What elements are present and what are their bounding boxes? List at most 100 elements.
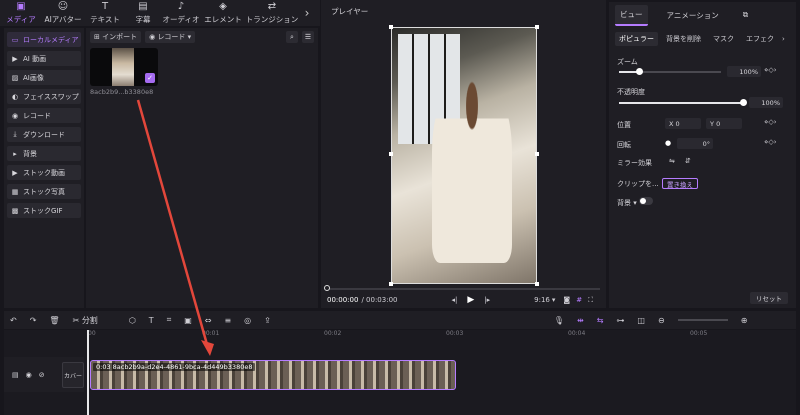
sidebar-item-record[interactable]: ◉ レコード: [7, 108, 81, 123]
link-icon[interactable]: ⇹: [577, 316, 584, 325]
sidebar-item-ai-image[interactable]: ▨ AI画像: [7, 70, 81, 85]
export-icon[interactable]: ⇪: [264, 316, 271, 325]
sidebar-item-stock-photo[interactable]: ▦ ストック写真: [7, 184, 81, 199]
magnet-icon[interactable]: ⇆: [597, 316, 604, 325]
play-icon[interactable]: ▶: [467, 295, 474, 305]
video-preview[interactable]: [389, 25, 539, 286]
media-thumbnail[interactable]: ✓: [90, 48, 158, 86]
playback-scrubber[interactable]: [324, 285, 330, 291]
sidebar-item-download[interactable]: ⤓ ダウンロード: [7, 127, 81, 142]
step-back-icon[interactable]: ◂|: [451, 296, 457, 304]
marker-icon[interactable]: ⊶: [616, 316, 624, 325]
preview-person: [432, 78, 512, 263]
tab-caption[interactable]: ▤ 字幕: [126, 0, 160, 26]
stock-gif-icon: ▩: [11, 206, 19, 215]
record-button[interactable]: ◉ レコード ▾: [145, 31, 196, 43]
keyframe-diamond-icon[interactable]: ⋄◇›: [764, 118, 777, 126]
timeline: 00 00:01 00:02 00:03 00:04 00:05 ▤ ◉ ⊘ カ…: [4, 330, 796, 415]
undo-icon[interactable]: ↶: [10, 316, 17, 325]
zoom-value[interactable]: 100%: [727, 66, 761, 77]
speed-icon[interactable]: ⇔: [205, 316, 212, 325]
snapshot-icon[interactable]: ◙: [563, 296, 570, 304]
sort-icon[interactable]: ☰: [302, 31, 314, 43]
tab-transition[interactable]: ⇄ トランジション: [244, 0, 300, 26]
delete-icon[interactable]: 🗑: [49, 316, 59, 325]
film-icon[interactable]: ▤: [12, 371, 19, 379]
tab-element[interactable]: ◈ エレメント: [202, 0, 244, 26]
preview-icon[interactable]: ◫: [637, 316, 645, 325]
sidebar-item-local-media[interactable]: ▭ ローカルメディア: [7, 32, 81, 47]
resize-handle[interactable]: [389, 25, 393, 29]
text-icon[interactable]: T: [149, 316, 154, 325]
redo-icon[interactable]: ↷: [30, 316, 37, 325]
record-icon: ◉: [149, 33, 158, 41]
resize-handle[interactable]: [535, 282, 539, 286]
rotate-value[interactable]: 0°: [677, 138, 713, 149]
keyframe-diamond-icon[interactable]: ⋄◇›: [764, 66, 777, 74]
tab-audio[interactable]: ♪ オーディオ: [160, 0, 202, 26]
playback-progress-bar[interactable]: [327, 288, 600, 290]
chevron-right-icon[interactable]: ›: [782, 35, 785, 43]
subtab-popular[interactable]: ポピュラー: [615, 32, 658, 46]
position-y-field[interactable]: Y 0: [706, 118, 742, 129]
tab-media[interactable]: ▣ メディア: [0, 0, 42, 26]
tab-text[interactable]: T テキスト: [84, 0, 126, 26]
tab-view[interactable]: ビュー: [615, 4, 648, 26]
replace-button[interactable]: 置き換え: [662, 178, 698, 189]
search-icon[interactable]: ⌕: [286, 31, 298, 43]
subtab-effect[interactable]: エフェク: [742, 32, 778, 46]
video-clip[interactable]: 0:03 8acb2b9a-d2e4-4861-9bca-4d449b3380e…: [90, 360, 456, 390]
step-forward-icon[interactable]: |▸: [484, 296, 490, 304]
copy-icon[interactable]: ⧉: [738, 6, 753, 24]
position-label: 位置: [617, 121, 631, 129]
flip-vertical-icon[interactable]: ⇵: [685, 157, 691, 165]
resize-handle[interactable]: [535, 152, 539, 156]
reset-button[interactable]: リセット: [750, 292, 788, 304]
tabs-next-arrow-icon[interactable]: ›: [300, 0, 314, 26]
ai-image-icon: ▨: [11, 73, 19, 82]
flip-horizontal-icon[interactable]: ⇋: [669, 157, 675, 165]
sidebar-item-ai-video[interactable]: ▶ AI 動画: [7, 51, 81, 66]
eye-icon[interactable]: ◉: [26, 371, 32, 379]
rotate-dial-icon[interactable]: ●: [665, 139, 671, 147]
subtab-mask[interactable]: マスク: [709, 32, 738, 46]
keyframe-diamond-icon[interactable]: ⋄◇›: [764, 138, 777, 146]
resize-handle[interactable]: [535, 25, 539, 29]
opacity-slider-knob[interactable]: [740, 99, 747, 106]
record-icon: ◉: [11, 111, 19, 120]
import-button[interactable]: ⊞ インポート: [90, 31, 142, 43]
shield-icon[interactable]: ⬡: [129, 316, 136, 325]
tab-ai-avatar[interactable]: ☺ AIアバター: [42, 0, 84, 26]
position-x-field[interactable]: X 0: [665, 118, 701, 129]
image-icon[interactable]: ▣: [184, 316, 192, 325]
timeline-zoom-slider[interactable]: [677, 319, 728, 321]
background-label: 背景 ▾: [617, 199, 637, 207]
crop-icon[interactable]: ⌗: [167, 315, 172, 325]
zoom-in-icon[interactable]: ⊕: [741, 316, 748, 325]
caption-icon: ▤: [138, 0, 148, 12]
zoom-out-icon[interactable]: ⊖: [658, 316, 665, 325]
opacity-value[interactable]: 100%: [749, 97, 783, 108]
aspect-ratio-select[interactable]: 9:16: [534, 296, 550, 304]
grid-icon[interactable]: #: [576, 296, 582, 304]
tab-animation[interactable]: アニメーション: [662, 6, 724, 25]
split-button[interactable]: ✂ 分割: [73, 315, 98, 326]
sidebar-item-face-swap[interactable]: ◐ フェイススワップ: [7, 89, 81, 104]
sidebar-item-background[interactable]: ▸ 背景: [7, 146, 81, 161]
cover-button[interactable]: カバー: [62, 362, 84, 388]
adjust-icon[interactable]: ≡: [224, 316, 231, 325]
lock-icon[interactable]: ⊘: [39, 371, 45, 379]
person-icon[interactable]: ◎: [244, 316, 251, 325]
resize-handle[interactable]: [389, 152, 393, 156]
subtab-remove-bg[interactable]: 背景を削除: [662, 32, 705, 46]
sidebar-item-stock-gif[interactable]: ▩ ストックGIF: [7, 203, 81, 218]
resize-handle[interactable]: [389, 282, 393, 286]
timeline-ruler[interactable]: 00 00:01 00:02 00:03 00:04 00:05: [88, 330, 796, 342]
fullscreen-icon[interactable]: ⛶: [588, 296, 593, 305]
zoom-slider-knob[interactable]: [636, 68, 643, 75]
mic-icon[interactable]: 🎙: [554, 316, 564, 325]
playhead[interactable]: [87, 330, 89, 415]
check-icon[interactable]: ✓: [145, 73, 155, 83]
sidebar-item-stock-video[interactable]: ▶ ストック動画: [7, 165, 81, 180]
total-time: / 00:03:00: [361, 296, 398, 304]
